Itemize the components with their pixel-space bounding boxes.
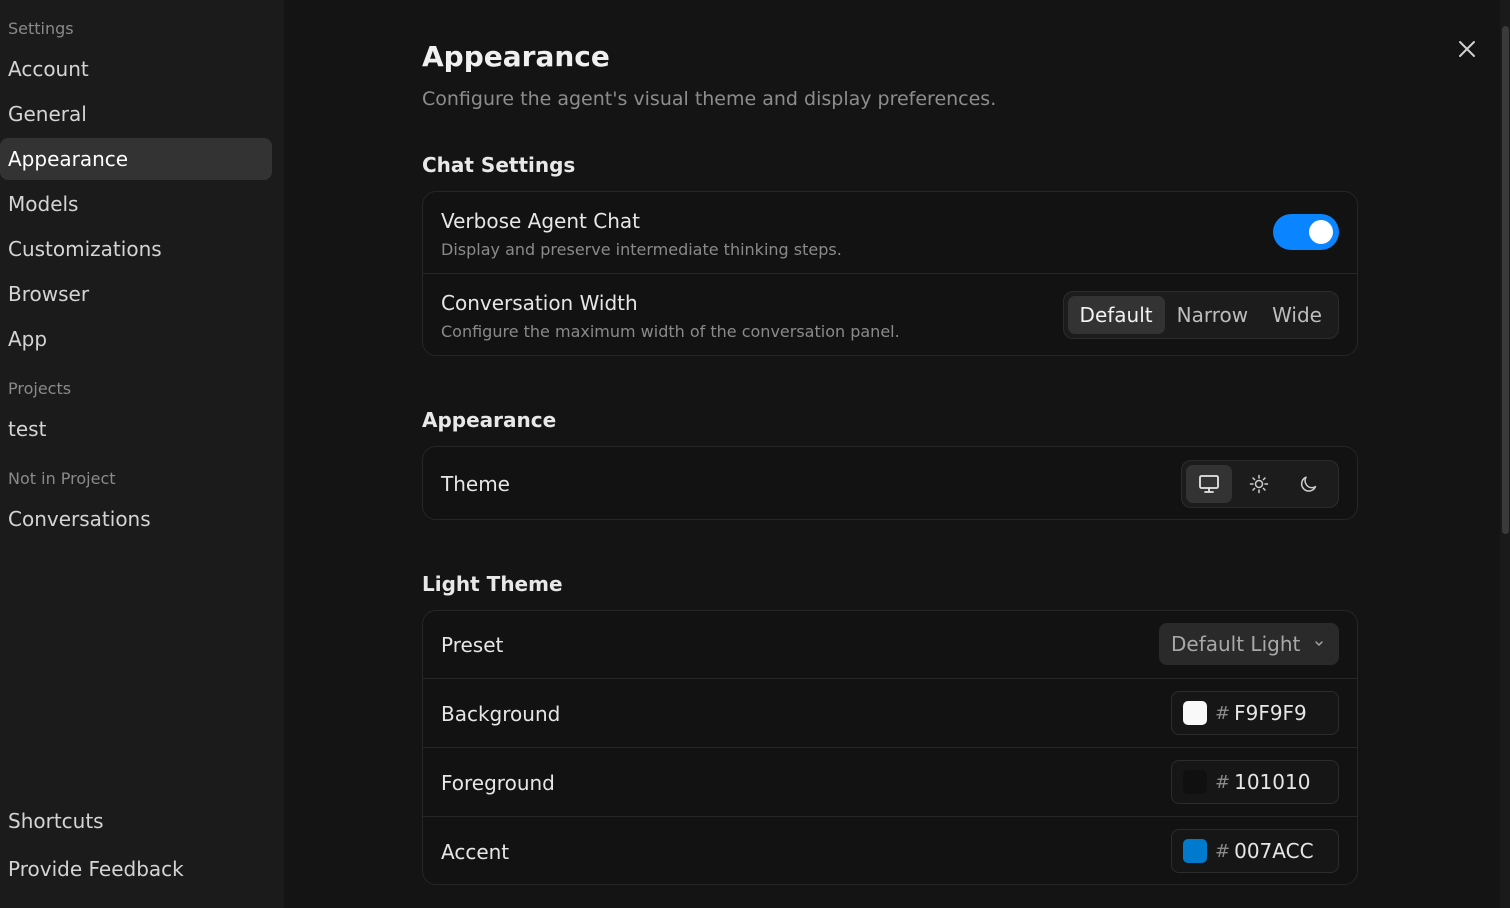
foreground-color-label: Foreground <box>441 771 555 795</box>
hash-prefix: # <box>1215 771 1231 793</box>
conversation-width-segmented-control: Default Narrow Wide <box>1062 291 1339 339</box>
sidebar-item-customizations[interactable]: Customizations <box>0 228 272 270</box>
preset-label: Preset <box>441 633 504 657</box>
conversation-width-label: Conversation Width <box>441 291 638 315</box>
sidebar-item-appearance[interactable]: Appearance <box>0 138 272 180</box>
preset-select[interactable]: Default Light <box>1159 623 1339 665</box>
theme-option-light[interactable] <box>1236 465 1282 503</box>
width-option-default[interactable]: Default <box>1067 296 1165 334</box>
scrollbar-thumb[interactable] <box>1502 26 1509 534</box>
section-title-light-theme: Light Theme <box>422 572 563 596</box>
accent-color-input[interactable]: # 007ACC <box>1171 829 1339 873</box>
sidebar-item-browser[interactable]: Browser <box>0 273 272 315</box>
theme-segmented-control <box>1181 460 1339 508</box>
sidebar-item-shortcuts[interactable]: Shortcuts <box>0 800 272 842</box>
theme-option-system[interactable] <box>1186 465 1232 503</box>
background-color-input[interactable]: # F9F9F9 <box>1171 691 1339 735</box>
verbose-agent-chat-toggle[interactable] <box>1273 214 1339 250</box>
section-title-chat-settings: Chat Settings <box>422 153 576 177</box>
sun-icon <box>1249 474 1269 494</box>
accent-color-label: Accent <box>441 840 510 864</box>
section-title-appearance: Appearance <box>422 408 557 432</box>
background-color-row: Background # F9F9F9 <box>423 679 1357 748</box>
accent-color-hex: 007ACC <box>1234 839 1314 863</box>
monitor-icon <box>1199 475 1219 493</box>
sidebar-section-projects: Projects <box>8 379 72 398</box>
page-title: Appearance <box>422 40 610 73</box>
foreground-color-row: Foreground # 101010 <box>423 748 1357 817</box>
verbose-agent-chat-row: Verbose Agent Chat Display and preserve … <box>423 192 1357 274</box>
width-option-wide[interactable]: Wide <box>1260 296 1334 334</box>
sidebar-item-conversations[interactable]: Conversations <box>0 498 272 540</box>
foreground-color-swatch[interactable] <box>1183 770 1207 794</box>
chat-settings-card: Verbose Agent Chat Display and preserve … <box>422 191 1358 356</box>
conversation-width-row: Conversation Width Configure the maximum… <box>423 274 1357 355</box>
hash-prefix: # <box>1215 702 1231 724</box>
moon-icon <box>1300 476 1317 492</box>
accent-color-row: Accent # 007ACC <box>423 817 1357 884</box>
sidebar-item-project-test[interactable]: test <box>0 408 272 450</box>
sidebar-section-not-in-project: Not in Project <box>8 469 116 488</box>
toggle-knob <box>1309 220 1333 244</box>
chevron-down-icon <box>1315 641 1323 646</box>
sidebar-section-settings: Settings <box>8 19 74 38</box>
page-subtitle: Configure the agent's visual theme and d… <box>422 88 997 110</box>
background-color-label: Background <box>441 702 561 726</box>
foreground-color-input[interactable]: # 101010 <box>1171 760 1339 804</box>
preset-select-value: Default Light <box>1171 632 1301 656</box>
sidebar-item-account[interactable]: Account <box>0 48 272 90</box>
background-color-swatch[interactable] <box>1183 701 1207 725</box>
verbose-agent-chat-label: Verbose Agent Chat <box>441 209 640 233</box>
appearance-card: Theme <box>422 446 1358 520</box>
accent-color-swatch[interactable] <box>1183 839 1207 863</box>
width-option-narrow[interactable]: Narrow <box>1165 296 1260 334</box>
settings-sidebar: Settings Account General Appearance Mode… <box>0 0 284 908</box>
close-button[interactable] <box>1455 37 1479 61</box>
light-theme-card: Preset Default Light Background # F9F9F9… <box>422 610 1358 885</box>
sidebar-item-provide-feedback[interactable]: Provide Feedback <box>0 848 272 890</box>
background-color-hex: F9F9F9 <box>1234 701 1307 725</box>
conversation-width-description: Configure the maximum width of the conve… <box>441 322 900 341</box>
theme-option-dark[interactable] <box>1286 465 1332 503</box>
scrollbar[interactable] <box>1500 0 1510 908</box>
theme-row: Theme <box>423 447 1357 519</box>
sidebar-item-app[interactable]: App <box>0 318 272 360</box>
sidebar-item-models[interactable]: Models <box>0 183 272 225</box>
hash-prefix: # <box>1215 840 1231 862</box>
sidebar-item-general[interactable]: General <box>0 93 272 135</box>
foreground-color-hex: 101010 <box>1234 770 1311 794</box>
verbose-agent-chat-description: Display and preserve intermediate thinki… <box>441 240 842 259</box>
preset-row: Preset Default Light <box>423 611 1357 679</box>
close-icon <box>1459 41 1475 57</box>
theme-label: Theme <box>441 472 510 496</box>
